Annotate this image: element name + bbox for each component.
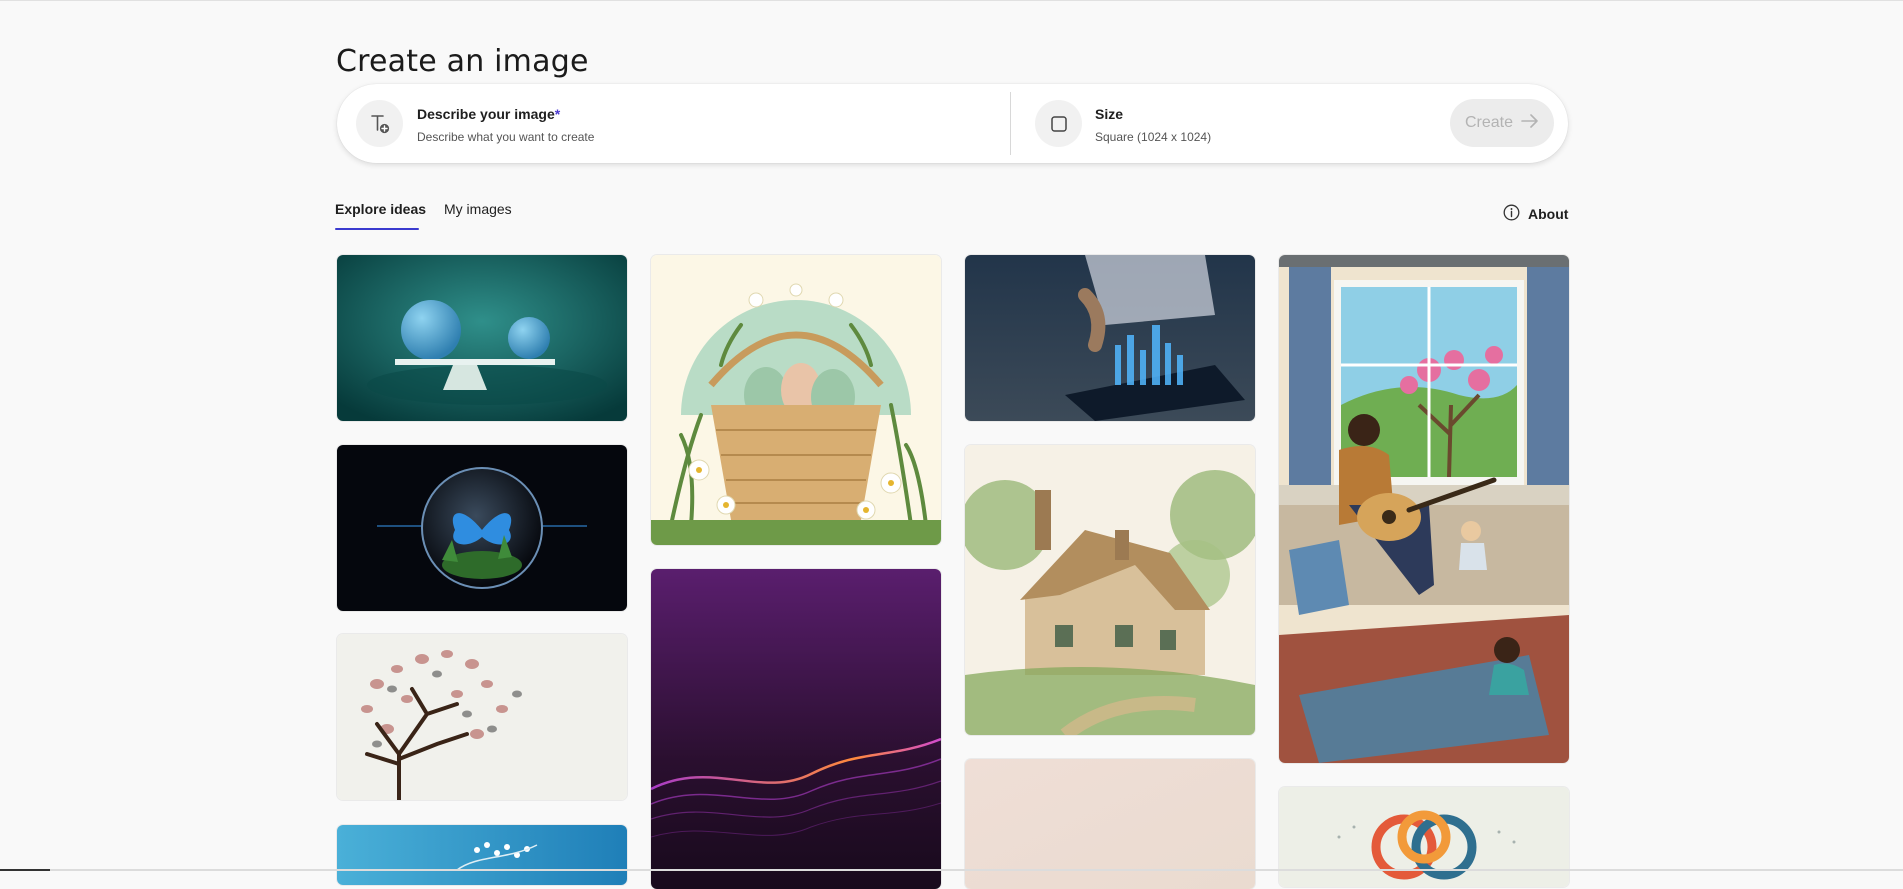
square-icon[interactable] — [1035, 100, 1082, 147]
describe-label: Describe your image* — [417, 106, 561, 122]
tab-explore-ideas[interactable]: Explore ideas — [335, 201, 426, 217]
guitar-father-image[interactable] — [1279, 255, 1569, 763]
size-select[interactable]: Square (1024 x 1024) — [1095, 130, 1211, 144]
describe-input[interactable]: Describe what you want to create — [417, 130, 594, 144]
butterfly-orb-image[interactable] — [337, 445, 627, 611]
create-button[interactable]: Create — [1450, 99, 1554, 147]
text-add-icon — [356, 100, 403, 147]
balance-spheres-image[interactable] — [337, 255, 627, 421]
knot-logo-image[interactable] — [1279, 787, 1569, 887]
easter-basket-image[interactable] — [651, 255, 941, 545]
blue-blossom-image[interactable] — [337, 825, 627, 885]
hologram-tablet-image[interactable] — [965, 255, 1255, 421]
prompt-bar: Describe your image* Describe what you w… — [337, 84, 1568, 163]
purple-wave-image[interactable] — [651, 569, 941, 889]
tab-my-images[interactable]: My images — [444, 201, 512, 217]
top-border — [0, 0, 1903, 1]
about-button[interactable]: About — [1503, 204, 1568, 224]
info-icon — [1503, 204, 1520, 224]
petal-tree-image[interactable] — [337, 634, 627, 800]
arrow-right-icon — [1521, 113, 1539, 133]
create-button-label: Create — [1464, 114, 1514, 131]
prompt-divider — [1010, 92, 1011, 155]
about-label: About — [1528, 206, 1569, 222]
page-title: Create an image — [336, 44, 589, 80]
size-label: Size — [1095, 106, 1124, 122]
watercolor-cottage-image[interactable] — [965, 445, 1255, 735]
active-tab-indicator — [335, 228, 419, 230]
